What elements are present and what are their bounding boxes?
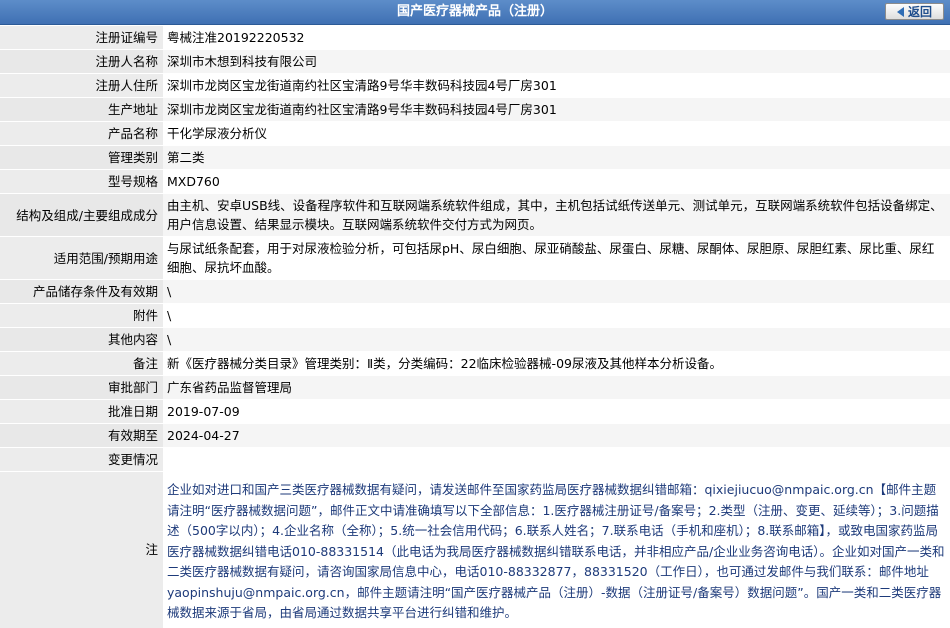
- table-row: 生产地址 深圳市龙岗区宝龙街道南约社区宝清路9号华丰数码科技园4号厂房301: [0, 97, 950, 122]
- table-row: 其他内容 \: [0, 327, 950, 352]
- table-row: 附件 \: [0, 303, 950, 328]
- field-label: 管理类别: [0, 145, 163, 170]
- back-button[interactable]: 返回: [885, 3, 944, 20]
- back-button-label: 返回: [907, 5, 932, 19]
- field-label: 生产地址: [0, 97, 163, 122]
- note-label: 注: [0, 471, 163, 628]
- field-label: 型号规格: [0, 169, 163, 194]
- field-value: \: [163, 327, 950, 352]
- table-row: 注册人名称 深圳市木想到科技有限公司: [0, 49, 950, 74]
- field-label: 适用范围/预期用途: [0, 236, 163, 280]
- field-label: 产品名称: [0, 121, 163, 146]
- field-label: 产品储存条件及有效期: [0, 279, 163, 304]
- table-row: 审批部门 广东省药品监督管理局: [0, 375, 950, 400]
- title-bar: 国产医疗器械产品（注册） 返回: [0, 0, 950, 25]
- field-value: 第二类: [163, 145, 950, 170]
- field-value: 深圳市龙岗区宝龙街道南约社区宝清路9号华丰数码科技园4号厂房301: [163, 73, 950, 98]
- table-row: 备注 新《医疗器械分类目录》管理类别：Ⅱ类，分类编码：22临床检验器械-09尿液及…: [0, 351, 950, 376]
- field-value: 粤械注准20192220532: [163, 25, 950, 50]
- table-row: 注册人住所 深圳市龙岗区宝龙街道南约社区宝清路9号华丰数码科技园4号厂房301: [0, 73, 950, 98]
- table-row: 管理类别 第二类: [0, 145, 950, 170]
- field-value: 广东省药品监督管理局: [163, 375, 950, 400]
- field-label: 附件: [0, 303, 163, 328]
- field-label: 注册人名称: [0, 49, 163, 74]
- note-text: 企业如对进口和国产三类医疗器械数据有疑问，请发送邮件至国家药监局医疗器械数据纠错…: [163, 471, 950, 628]
- field-label: 变更情况: [0, 447, 163, 472]
- field-label: 其他内容: [0, 327, 163, 352]
- field-label: 审批部门: [0, 375, 163, 400]
- field-label: 结构及组成/主要组成成分: [0, 193, 163, 237]
- table-row: 适用范围/预期用途 与尿试纸条配套，用于对尿液检验分析，可包括尿pH、尿白细胞、尿…: [0, 236, 950, 280]
- field-label: 注册证编号: [0, 25, 163, 50]
- field-value: 新《医疗器械分类目录》管理类别：Ⅱ类，分类编码：22临床检验器械-09尿液及其他…: [163, 351, 950, 376]
- table-row: 产品储存条件及有效期 \: [0, 279, 950, 304]
- field-label: 备注: [0, 351, 163, 376]
- back-arrow-icon: [896, 6, 904, 17]
- field-value: 深圳市龙岗区宝龙街道南约社区宝清路9号华丰数码科技园4号厂房301: [163, 97, 950, 122]
- table-row: 结构及组成/主要组成成分 由主机、安卓USB线、设备程序软件和互联网端系统软件组成…: [0, 193, 950, 237]
- field-value: 干化学尿液分析仪: [163, 121, 950, 146]
- table-row: 型号规格 MXD760: [0, 169, 950, 194]
- field-value: \: [163, 279, 950, 304]
- note-row: 注企业如对进口和国产三类医疗器械数据有疑问，请发送邮件至国家药监局医疗器械数据纠…: [0, 471, 950, 628]
- field-value: \: [163, 303, 950, 328]
- field-value: 深圳市木想到科技有限公司: [163, 49, 950, 74]
- table-row: 有效期至 2024-04-27: [0, 423, 950, 448]
- table-row: 批准日期 2019-07-09: [0, 399, 950, 424]
- page-title: 国产医疗器械产品（注册）: [396, 4, 553, 19]
- table-row: 变更情况: [0, 447, 950, 472]
- field-value: 与尿试纸条配套，用于对尿液检验分析，可包括尿pH、尿白细胞、尿亚硝酸盐、尿蛋白、…: [163, 236, 950, 280]
- field-label: 注册人住所: [0, 73, 163, 98]
- field-value: 2024-04-27: [163, 423, 950, 448]
- field-value: MXD760: [163, 169, 950, 194]
- field-value: 2019-07-09: [163, 399, 950, 424]
- table-row: 注册证编号 粤械注准20192220532: [0, 25, 950, 50]
- detail-table: 注册证编号 粤械注准20192220532 注册人名称 深圳市木想到科技有限公司 注册人…: [0, 25, 950, 628]
- field-value: [163, 447, 950, 472]
- table-row: 产品名称 干化学尿液分析仪: [0, 121, 950, 146]
- field-label: 有效期至: [0, 423, 163, 448]
- field-value: 由主机、安卓USB线、设备程序软件和互联网端系统软件组成，其中，主机包括试纸传送…: [163, 193, 950, 237]
- field-label: 批准日期: [0, 399, 163, 424]
